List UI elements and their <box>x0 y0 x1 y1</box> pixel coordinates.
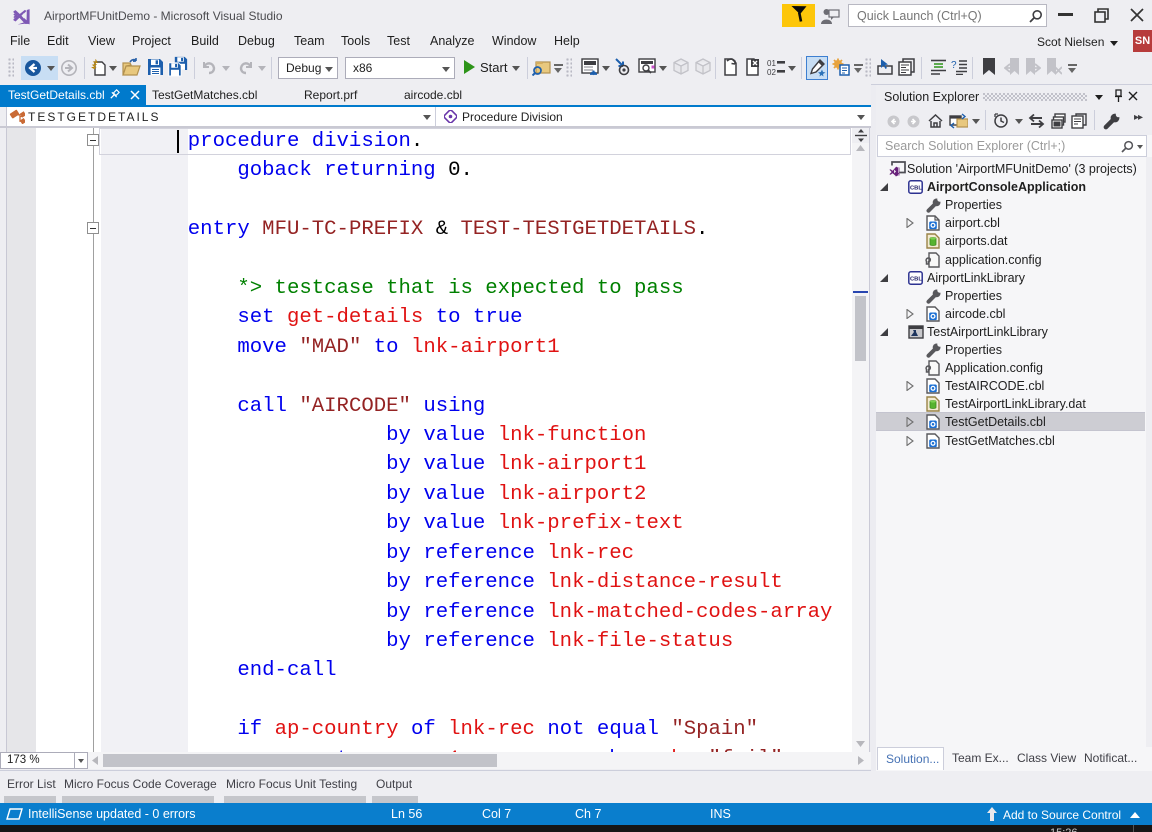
svg-text:CBL: CBL <box>910 186 922 192</box>
svg-text:?: ? <box>951 60 957 71</box>
svg-text:CBL: CBL <box>910 277 922 283</box>
svg-text:01: 01 <box>767 59 776 68</box>
svg-text:02: 02 <box>767 68 776 76</box>
